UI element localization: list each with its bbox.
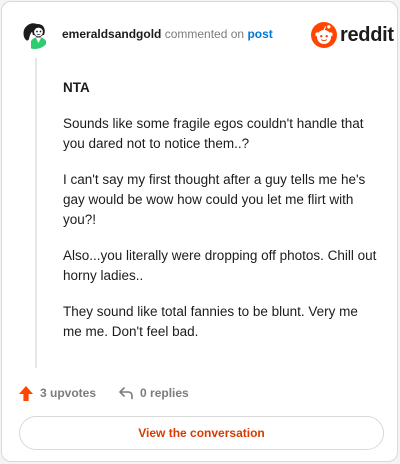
comment-verdict: NTA	[63, 80, 90, 95]
reddit-logo[interactable]: reddit	[311, 21, 394, 49]
reddit-wordmark: reddit	[340, 23, 394, 46]
upvote-button[interactable]: 3 upvotes	[18, 385, 96, 402]
comment-paragraph: I can't say my first thought after a guy…	[63, 172, 366, 227]
reddit-snoo-icon	[311, 22, 337, 48]
comment-body: NTA Sounds like some fragile egos couldn…	[63, 78, 379, 358]
avatar-image	[20, 19, 50, 49]
byline: emeraldsandgold commented on post	[62, 27, 273, 41]
comment-embed-card: emeraldsandgold commented on post reddit…	[1, 1, 398, 462]
replies-button[interactable]: 0 replies	[118, 386, 189, 400]
reply-count: 0 replies	[140, 386, 189, 400]
post-link[interactable]: post	[247, 27, 272, 41]
comment-paragraph: Also...you literally were dropping off p…	[63, 248, 377, 283]
comment-actions: 3 upvotes 0 replies	[18, 384, 189, 402]
thread-line[interactable]	[35, 58, 37, 368]
comment-paragraph: They sound like total fannies to be blun…	[63, 304, 358, 339]
upvote-count: 3 upvotes	[40, 386, 97, 400]
comment-header: emeraldsandgold commented on post reddit	[2, 2, 397, 64]
view-conversation-button[interactable]: View the conversation	[19, 416, 384, 450]
upvote-arrow-icon	[19, 385, 33, 401]
username-link[interactable]: emeraldsandgold	[62, 27, 161, 41]
avatar[interactable]	[20, 19, 50, 49]
reply-arrow-icon	[119, 387, 133, 400]
byline-action-text: commented on	[164, 27, 245, 41]
comment-paragraph: Sounds like some fragile egos couldn't h…	[63, 116, 364, 151]
